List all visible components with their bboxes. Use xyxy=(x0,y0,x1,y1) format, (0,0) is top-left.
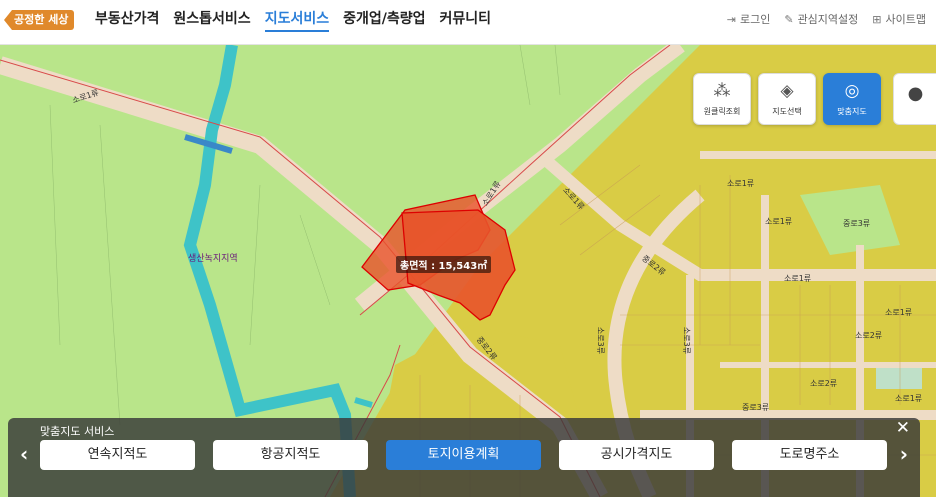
login-icon: ⇥ xyxy=(726,12,736,26)
stream-branch xyxy=(354,397,373,408)
nav-item-onestop[interactable]: 원스톱서비스 xyxy=(173,8,250,32)
site-logo[interactable]: 공정한 세상 xyxy=(4,10,75,30)
continuous-cadastral-button[interactable]: 연속지적도 xyxy=(40,440,195,470)
total-area-label: 총면적 : 15,543㎡ xyxy=(396,256,492,273)
location-pin-button[interactable]: ● xyxy=(893,73,936,125)
road-label: 소로1류 xyxy=(784,274,812,283)
road-label: 중로3류 xyxy=(742,403,770,412)
map-select-label: 지도선택 xyxy=(772,107,802,116)
custom-map-button[interactable]: ◎ 맞춤지도 xyxy=(823,73,881,125)
layers-icon: ◈ xyxy=(780,81,794,101)
nav-item-community[interactable]: 커뮤니티 xyxy=(440,8,492,32)
road-label: 소로2류 xyxy=(855,331,883,340)
interest-region-label: 관심지역설정 xyxy=(797,13,859,26)
top-navigation-bar: 공정한 세상 부동산가격 원스톱서비스 지도서비스 중개업/측량업 커뮤니티 ⇥… xyxy=(0,0,936,45)
public-price-map-button[interactable]: 공시가격지도 xyxy=(559,440,714,470)
road-label: 소로3류 xyxy=(596,326,606,355)
pin-icon: ✎ xyxy=(784,12,794,26)
chevron-left-icon[interactable]: ‹ xyxy=(20,442,28,466)
target-icon: ◎ xyxy=(844,81,860,101)
custom-map-service-panel: 맞춤지도 서비스 ✕ ‹ › 연속지적도 항공지적도 토지이용계획 공시가격지도… xyxy=(8,418,920,497)
sitemap-label: 사이트맵 xyxy=(885,13,926,26)
sitemap-icon: ⊞ xyxy=(872,12,882,26)
map-select-button[interactable]: ◈ 지도선택 xyxy=(758,73,816,125)
chevron-right-icon[interactable]: › xyxy=(900,442,908,466)
nav-item-price[interactable]: 부동산가격 xyxy=(95,8,159,32)
close-icon[interactable]: ✕ xyxy=(896,418,910,438)
one-click-query-label: 원클릭조회 xyxy=(703,107,741,116)
utility-links: ⇥ 로그인 ✎ 관심지역설정 ⊞ 사이트맵 xyxy=(727,11,926,27)
location-pin-icon: ● xyxy=(907,83,924,104)
road-label: 소로1류 xyxy=(885,308,913,317)
road-label: 소로3류 xyxy=(682,326,692,355)
zone-label: 생산녹지지역 xyxy=(188,254,238,264)
sitemap-link[interactable]: ⊞ 사이트맵 xyxy=(872,11,926,27)
land-use-plan-button[interactable]: 토지이용계획 xyxy=(386,440,541,470)
road-label: 중로3류 xyxy=(843,219,871,228)
interest-region-link[interactable]: ✎ 관심지역설정 xyxy=(784,11,858,27)
cursor-click-icon: ⁂ xyxy=(713,81,731,101)
panel-title: 맞춤지도 서비스 xyxy=(40,425,115,438)
custom-map-label: 맞춤지도 xyxy=(837,107,867,116)
road-label: 소로1류 xyxy=(895,394,923,403)
main-nav: 부동산가격 원스톱서비스 지도서비스 중개업/측량업 커뮤니티 xyxy=(95,8,491,32)
road-address-button[interactable]: 도로명주소 xyxy=(732,440,887,470)
aerial-cadastral-button[interactable]: 항공지적도 xyxy=(213,440,368,470)
road-label: 소로2류 xyxy=(810,379,838,388)
login-label: 로그인 xyxy=(739,13,771,26)
login-link[interactable]: ⇥ 로그인 xyxy=(727,11,771,27)
nav-item-map[interactable]: 지도서비스 xyxy=(264,8,330,32)
one-click-query-button[interactable]: ⁂ 원클릭조회 xyxy=(693,73,751,125)
road-label: 소로1류 xyxy=(765,217,793,226)
nav-item-broker[interactable]: 중개업/측량업 xyxy=(343,8,425,32)
road-label: 소로1류 xyxy=(727,179,755,188)
